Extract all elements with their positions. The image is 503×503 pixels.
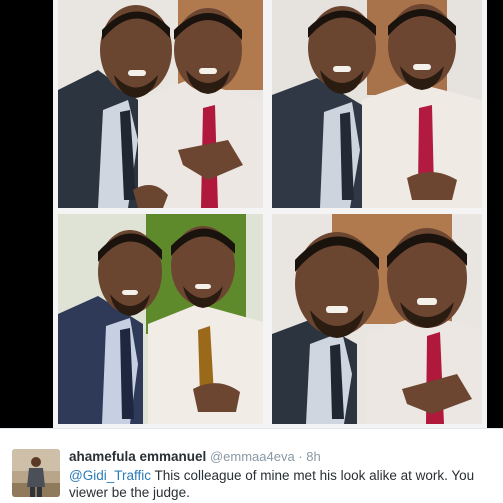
collage-photo-top-left[interactable] [58, 0, 263, 208]
tweet-text: @Gidi_Traffic This colleague of mine met… [69, 467, 501, 501]
photo-collage[interactable] [53, 0, 487, 428]
tweet-timestamp[interactable]: 8h [306, 449, 320, 464]
collage-photo-bottom-left[interactable] [58, 214, 263, 424]
user-avatar-photo-icon [12, 449, 60, 497]
tweet-header: ahamefula emmanuel @emmaa4eva · 8h [69, 449, 321, 464]
right-black-border [487, 0, 503, 428]
user-display-name[interactable]: ahamefula emmanuel [69, 449, 206, 464]
user-avatar[interactable] [12, 449, 60, 497]
separator-dot: · [298, 449, 303, 464]
tweet: ahamefula emmanuel @emmaa4eva · 8h @Gidi… [0, 429, 503, 503]
left-black-border [0, 0, 53, 428]
mention-link[interactable]: @Gidi_Traffic [69, 468, 151, 483]
collage-photo-bottom-right[interactable] [272, 214, 482, 424]
collage-photo-top-right[interactable] [272, 0, 482, 208]
user-handle[interactable]: @emmaa4eva [210, 449, 295, 464]
